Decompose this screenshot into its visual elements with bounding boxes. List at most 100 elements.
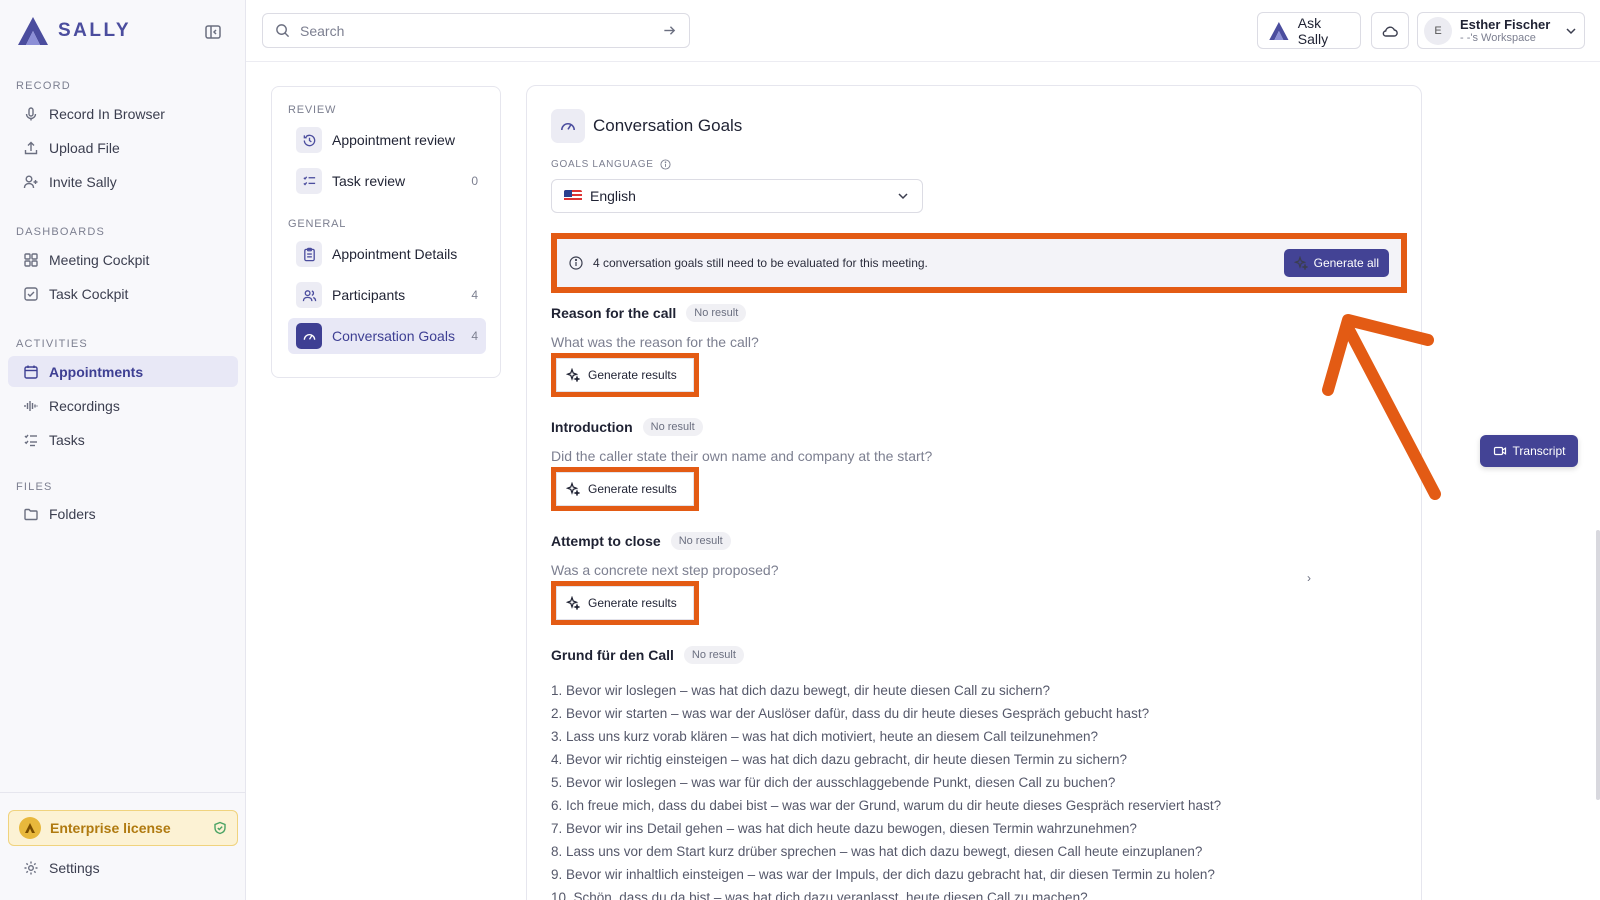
goal-title-text: Reason for the call (551, 305, 677, 321)
subnav-item-label: Participants (332, 287, 406, 303)
shield-check-icon (214, 821, 226, 835)
subnav-item-label: Appointment review (332, 132, 455, 148)
appointment-subnav: REVIEW Appointment review Task review 0 … (271, 86, 501, 378)
sidebar-item-recordings[interactable]: Recordings (8, 390, 238, 421)
list-item: 7. Bevor wir ins Detail gehen – was hat … (551, 821, 1137, 836)
language-select[interactable]: English (551, 179, 923, 213)
sidebar-item-upload-file[interactable]: Upload File (8, 132, 238, 163)
count-badge: 4 (471, 288, 478, 302)
chevron-down-icon (1566, 27, 1576, 34)
gear-icon (24, 861, 38, 874)
count-badge: 0 (471, 174, 478, 188)
scrollbar[interactable] (1596, 530, 1600, 800)
conversation-goals-card: Conversation Goals GOALS LANGUAGE Englis… (526, 85, 1422, 900)
subnav-item-label: Task review (332, 173, 406, 189)
goal-title-text: Attempt to close (551, 533, 661, 549)
annotation-arrow (1322, 314, 1441, 500)
section-files: FILES (16, 481, 53, 493)
banner-content: 4 conversation goals still need to be ev… (557, 239, 1401, 287)
brand-name: SALLY (58, 20, 132, 41)
license-logo-icon (19, 817, 41, 839)
waveform-icon (24, 400, 38, 411)
ask-sally-label: Ask Sally (1297, 14, 1329, 47)
grid-icon (24, 252, 38, 267)
arrow-right-icon[interactable] (662, 23, 677, 38)
sidebar-item-invite-sally[interactable]: Invite Sally (8, 166, 238, 197)
list-item: 6. Ich freue mich, dass du dabei bist – … (551, 798, 1222, 813)
sidebar-collapse-icon[interactable] (204, 23, 222, 41)
transcript-button[interactable]: Transcript (1480, 435, 1578, 467)
cloud-sync-button[interactable] (1371, 12, 1409, 49)
sidebar-item-task-cockpit[interactable]: Task Cockpit (8, 278, 238, 309)
top-header: Search Ask Sally E Esther Fischer - -'s … (246, 0, 1600, 62)
chevron-down-icon (898, 193, 908, 200)
gauge-icon (551, 109, 585, 143)
status-badge: No result (642, 418, 703, 436)
generate-results-label: Generate results (588, 368, 677, 382)
list-item: 8. Lass uns vor dem Start kurz drüber sp… (551, 844, 1203, 859)
sidebar-item-label: Invite Sally (49, 173, 117, 190)
goal-title: Introduction No result (551, 418, 703, 436)
user-info: Esther Fischer - -'s Workspace (1460, 17, 1550, 45)
sidebar-item-folders[interactable]: Folders (8, 498, 238, 529)
sidebar-item-label: Tasks (49, 431, 85, 448)
sidebar-item-label: Task Cockpit (49, 285, 129, 302)
generate-results-label: Generate results (588, 482, 677, 496)
subnav-item-conversation-goals[interactable]: Conversation Goals 4 (288, 318, 486, 354)
generate-all-button[interactable]: Generate all (1283, 249, 1389, 277)
sidebar: SALLY RECORD Record In Browser Upload Fi… (0, 0, 246, 900)
sparkle-icon (566, 596, 580, 610)
goals-language-label: GOALS LANGUAGE (551, 159, 671, 170)
subnav-item-participants[interactable]: Participants 4 (288, 277, 486, 313)
subnav-item-label: Appointment Details (332, 246, 458, 262)
info-icon[interactable] (660, 159, 671, 170)
generate-results-button[interactable]: Generate results (556, 586, 694, 620)
goal-question: Was a concrete next step proposed? (551, 562, 779, 578)
language-value: English (590, 188, 636, 204)
sally-logo-icon (18, 17, 48, 45)
search-input[interactable]: Search (262, 13, 690, 48)
goal-title: Attempt to close No result (551, 532, 731, 550)
list-item: 9. Bevor wir inhaltlich einsteigen – was… (551, 867, 1215, 882)
sparkle-icon (566, 482, 580, 496)
folder-icon (24, 508, 38, 520)
enterprise-license-badge[interactable]: Enterprise license (8, 810, 238, 846)
sidebar-item-label: Folders (49, 505, 96, 522)
list-item: 1. Bevor wir loslegen – was hat dich daz… (551, 683, 1051, 698)
pending-evaluation-banner: 4 conversation goals still need to be ev… (551, 233, 1407, 293)
mic-icon (25, 106, 37, 120)
generate-all-label: Generate all (1313, 256, 1379, 270)
subnav-section-general: GENERAL (288, 218, 347, 230)
goal-title-text: Introduction (551, 419, 633, 435)
transcript-label: Transcript (1512, 444, 1566, 458)
list-item: 2. Bevor wir starten – was war der Auslö… (551, 706, 1150, 721)
generate-results-button[interactable]: Generate results (556, 358, 694, 392)
info-icon (569, 256, 583, 270)
subnav-item-appointment-details[interactable]: Appointment Details (288, 236, 486, 272)
generate-results-highlight: Generate results (551, 467, 699, 511)
ask-sally-button[interactable]: Ask Sally (1257, 12, 1361, 49)
sidebar-item-tasks[interactable]: Tasks (8, 424, 238, 455)
generate-results-button[interactable]: Generate results (556, 472, 694, 506)
avatar: E (1424, 16, 1452, 45)
chevron-right-icon[interactable]: › (1307, 571, 1311, 585)
goal-title: Grund für den Call No result (551, 646, 744, 664)
user-plus-icon (23, 175, 38, 188)
subnav-item-label: Conversation Goals (332, 328, 455, 344)
history-icon (296, 127, 322, 153)
logo[interactable]: SALLY (16, 15, 131, 47)
subnav-item-appointment-review[interactable]: Appointment review (288, 122, 486, 158)
list-check-icon (24, 434, 37, 446)
sidebar-item-settings[interactable]: Settings (8, 852, 238, 883)
sidebar-item-record-in-browser[interactable]: Record In Browser (8, 98, 238, 129)
sidebar-item-meeting-cockpit[interactable]: Meeting Cockpit (8, 244, 238, 275)
user-menu[interactable]: E Esther Fischer - -'s Workspace (1417, 12, 1585, 49)
sidebar-item-label: Meeting Cockpit (49, 251, 150, 268)
list-item: 10. Schön, dass du da bist – was hat dic… (551, 890, 1088, 900)
sidebar-item-appointments[interactable]: Appointments (8, 356, 238, 387)
cloud-icon (1382, 26, 1398, 37)
generate-results-highlight: Generate results (551, 581, 699, 625)
section-dashboards: DASHBOARDS (16, 226, 106, 238)
subnav-item-task-review[interactable]: Task review 0 (288, 163, 486, 199)
subnav-section-review: REVIEW (288, 104, 337, 116)
